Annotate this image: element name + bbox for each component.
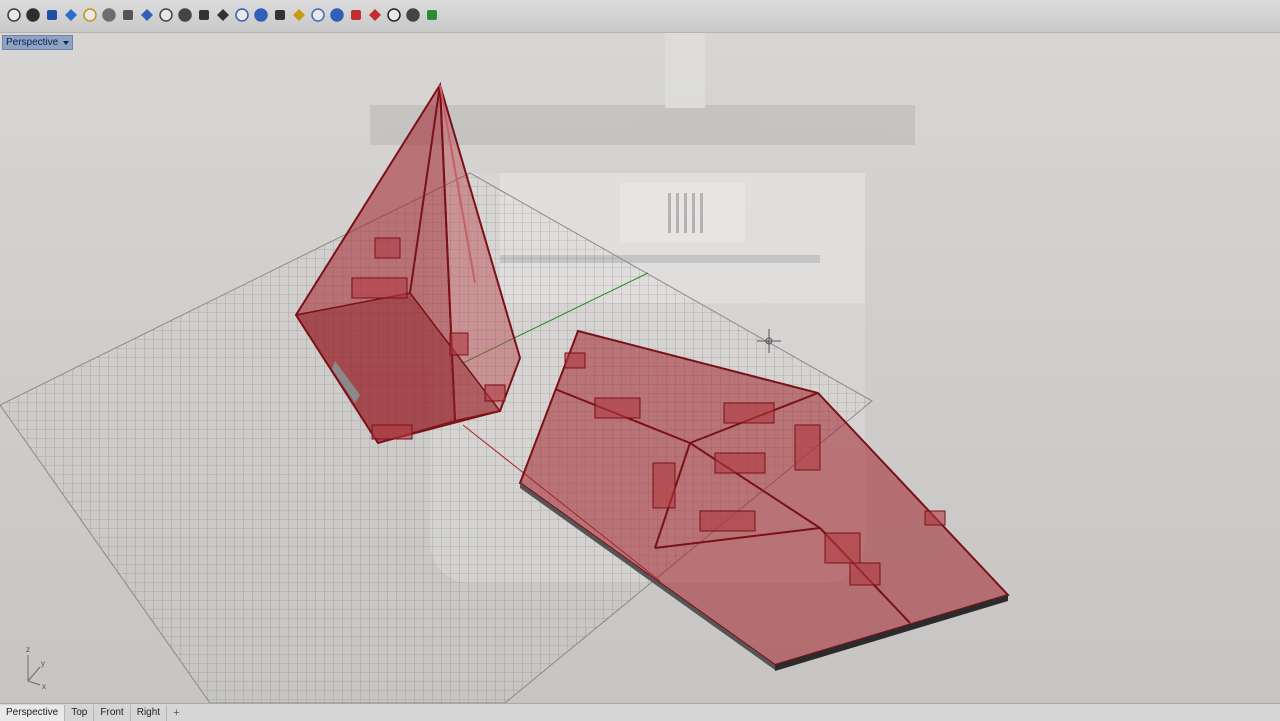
- light-icon[interactable]: [289, 5, 308, 25]
- display-icon[interactable]: [384, 5, 403, 25]
- cube-options-icon[interactable]: [403, 5, 422, 25]
- ghosted-viewport-icon[interactable]: [61, 5, 80, 25]
- lock-icon[interactable]: [156, 5, 175, 25]
- axis-z-label: z: [26, 645, 30, 654]
- main-toolbar: [0, 0, 1280, 33]
- axis-x-label: x: [42, 682, 46, 691]
- tab-right[interactable]: Right: [131, 704, 168, 721]
- material-sphere-icon[interactable]: [80, 5, 99, 25]
- delete-icon[interactable]: [365, 5, 384, 25]
- tab-perspective[interactable]: Perspective: [0, 704, 66, 721]
- shaded-viewport-icon[interactable]: [23, 5, 42, 25]
- tab-front[interactable]: Front: [94, 704, 131, 721]
- viewport-scene: [0, 33, 1280, 703]
- axis-y-line: [27, 666, 41, 682]
- axis-x-line: [27, 680, 41, 686]
- object-properties-icon[interactable]: [251, 5, 270, 25]
- show-icon[interactable]: [194, 5, 213, 25]
- add-viewport-tab-button[interactable]: +: [167, 707, 185, 719]
- tab-top[interactable]: Top: [65, 704, 95, 721]
- wireframe-viewport-icon[interactable]: [4, 5, 23, 25]
- unlock-icon[interactable]: [175, 5, 194, 25]
- viewport-title: Perspective: [6, 37, 59, 48]
- xray-viewport-icon[interactable]: [99, 5, 118, 25]
- toolbar-icon-row: [4, 5, 441, 25]
- material-icon[interactable]: [327, 5, 346, 25]
- move-icon[interactable]: [346, 5, 365, 25]
- perspective-viewport[interactable]: Perspective z y x: [0, 33, 1280, 703]
- hide-icon[interactable]: [213, 5, 232, 25]
- rendered-viewport-icon[interactable]: [42, 5, 61, 25]
- technical-viewport-icon[interactable]: [118, 5, 137, 25]
- axis-y-label: y: [41, 659, 45, 668]
- osnap-icon[interactable]: [308, 5, 327, 25]
- gumball-icon[interactable]: [270, 5, 289, 25]
- viewport-tab-bar: Perspective Top Front Right +: [0, 703, 1280, 721]
- chevron-down-icon: [63, 41, 70, 45]
- layers-icon[interactable]: [232, 5, 251, 25]
- axis-orientation-widget: z y x: [26, 645, 46, 691]
- lasso-select-icon[interactable]: [137, 5, 156, 25]
- viewport-title-menu[interactable]: Perspective: [2, 35, 74, 50]
- pan-icon[interactable]: [422, 5, 441, 25]
